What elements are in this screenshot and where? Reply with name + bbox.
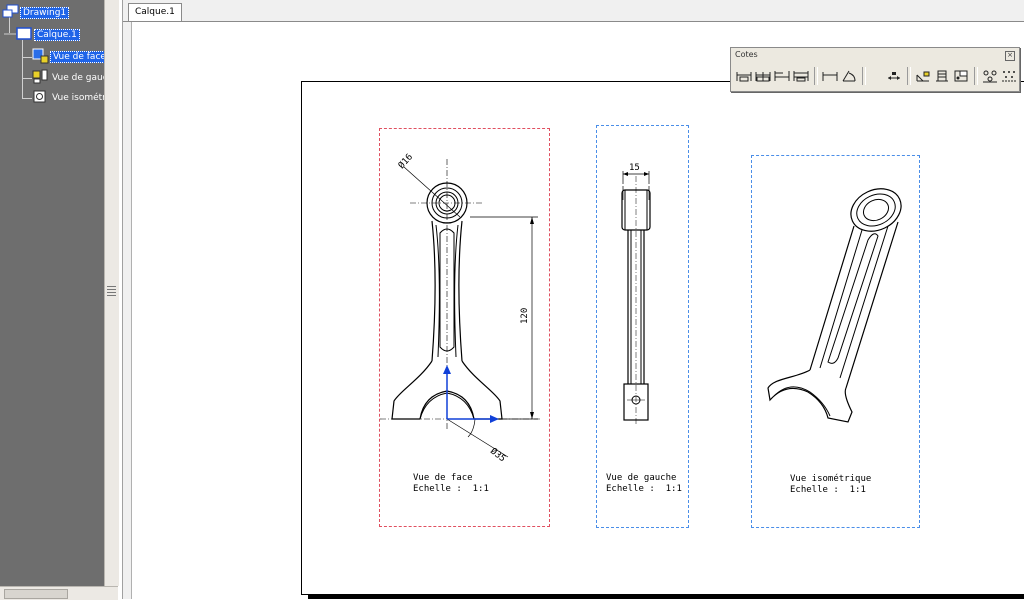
view-scale-front: Echelle : 1:1 — [413, 484, 489, 494]
view-scale-left: Echelle : 1:1 — [606, 484, 682, 494]
tree-label: Vue isométrique — [52, 93, 104, 103]
tree-label: Vue de face — [50, 51, 104, 63]
thread-dimension-icon[interactable] — [933, 67, 951, 85]
tree-item-view-left[interactable]: Vue de gauche — [32, 69, 104, 88]
tree-item-drawing[interactable]: Drawing1 — [2, 4, 70, 23]
view-name-left: Vue de gauche — [606, 473, 677, 483]
tree-label: Drawing1 — [20, 7, 70, 19]
toolbar-separator — [862, 67, 866, 85]
dimension-center-distance[interactable]: 120 — [520, 308, 530, 324]
dimension-big-bore[interactable]: Ø35 — [488, 446, 508, 465]
left-view-drawing: 15 — [621, 163, 651, 426]
angle-dimension-icon[interactable] — [840, 67, 858, 85]
tab-calque[interactable]: Calque.1 — [128, 3, 182, 21]
toolbar-separator — [907, 67, 911, 85]
stacked-dimensions-icon[interactable] — [792, 67, 810, 85]
tree-item-view-isometric[interactable]: Vue isométrique — [32, 90, 104, 106]
tree-item-sheet[interactable]: Calque.1 — [4, 26, 80, 44]
view-name-front: Vue de face — [413, 473, 473, 483]
isometric-view-drawing — [767, 188, 902, 423]
point-table-icon[interactable] — [1000, 67, 1018, 85]
view-scale-isometric: Echelle : 1:1 — [790, 485, 866, 495]
view-name-isometric: Vue isométrique — [790, 474, 872, 484]
sheet-icon — [4, 26, 34, 44]
toolbar-separator — [814, 67, 818, 85]
tree-splitter[interactable] — [104, 0, 119, 586]
tree-item-view-front[interactable]: Vue de face — [32, 48, 104, 67]
view-frame-isometric[interactable]: Vue isométrique Echelle : 1:1 — [751, 155, 920, 528]
front-view-icon — [32, 48, 50, 67]
tree-horizontal-scrollbar[interactable] — [0, 586, 118, 600]
tab-bar: Calque.1 — [123, 0, 1024, 22]
front-view-drawing: 120 Ø16 Ø35 — [380, 152, 540, 465]
view-frame-front[interactable]: 120 Ø16 Ø35 Vue de face Echelle : 1:1 — [379, 128, 550, 527]
dimension-small-bore[interactable]: Ø16 — [396, 152, 415, 171]
chamfer-dimension-icon[interactable] — [914, 67, 932, 85]
left-view-icon — [32, 69, 50, 88]
tree-label: Calque.1 — [34, 29, 80, 41]
toolbar-title: Cotes — [735, 50, 758, 59]
toolbar-separator — [974, 67, 978, 85]
radius-dimension-icon[interactable] — [885, 67, 903, 85]
cumulated-dimensions-icon[interactable] — [773, 67, 791, 85]
isometric-view-icon — [32, 89, 50, 108]
specification-tree[interactable]: Drawing1 Calque.1 Vue de face Vue de gau… — [0, 0, 104, 586]
chained-dimensions-icon[interactable] — [754, 67, 772, 85]
dimensions-toolbar[interactable]: Cotes × — [730, 47, 1020, 92]
view-frame-left[interactable]: 15 Vue de gauche Echelle : 1:1 — [596, 125, 689, 528]
dimension-thickness[interactable]: 15 — [629, 163, 640, 173]
length-distance-icon[interactable] — [821, 67, 839, 85]
tree-label: Vue de gauche — [52, 73, 104, 83]
hole-table-icon[interactable] — [981, 67, 999, 85]
toolbar-close-button[interactable]: × — [1005, 51, 1015, 61]
drawing-icon — [2, 4, 20, 23]
drawing-canvas[interactable]: 120 Ø16 Ø35 Vue de face Echelle : 1:1 15… — [131, 22, 1024, 599]
coordinate-dimension-icon[interactable] — [952, 67, 970, 85]
scrollbar-thumb[interactable] — [4, 589, 68, 599]
dimensions-icon[interactable] — [735, 67, 753, 85]
